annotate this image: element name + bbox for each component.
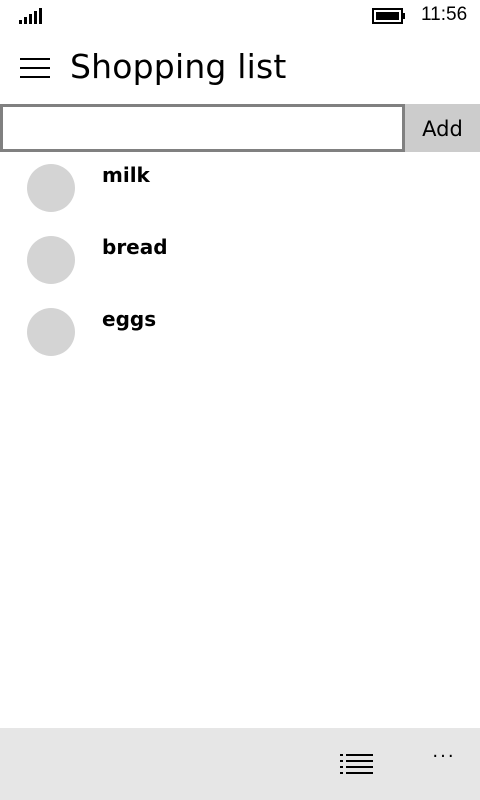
new-item-input[interactable] [3,107,402,149]
app-bar: ··· [0,728,480,800]
new-item-field[interactable] [0,104,405,152]
hamburger-menu-icon[interactable] [20,58,52,80]
list-item-label: eggs [102,307,157,331]
list-item-label: bread [102,235,168,259]
status-time: 11:56 [421,4,468,25]
page-title: Shopping list [70,47,287,86]
battery-icon [372,8,405,24]
signal-strength-icon [19,8,42,24]
list-item[interactable]: milk [0,160,480,232]
list-view-icon[interactable] [340,752,374,776]
list-item[interactable]: eggs [0,304,480,376]
shopping-list: milk bread eggs [0,160,480,376]
item-circle-icon [27,236,75,284]
list-item-label: milk [102,163,150,187]
more-options-button[interactable]: ··· [428,746,460,776]
item-circle-icon [27,308,75,356]
list-item[interactable]: bread [0,232,480,304]
add-button[interactable]: Add [405,104,480,152]
phone-screen: 11:56 Shopping list Add milk bread eggs [0,0,480,800]
status-bar: 11:56 [0,0,480,32]
item-circle-icon [27,164,75,212]
